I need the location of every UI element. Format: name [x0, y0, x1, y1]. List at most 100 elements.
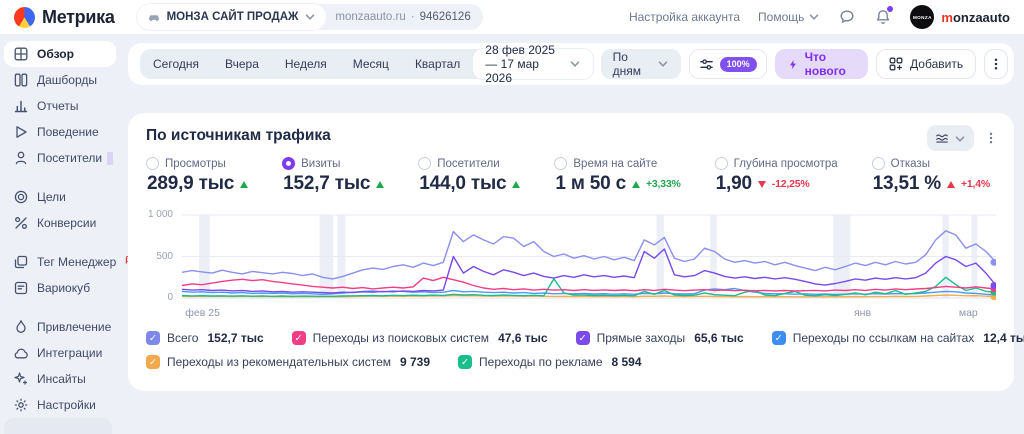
toolbar-right: Что нового Добавить	[775, 49, 1008, 79]
chart-plot[interactable]: фев 25янвмар	[182, 211, 996, 303]
sidebar-item-тег-менеджер[interactable]: Тег Менеджерβ	[4, 249, 116, 275]
insights-icon	[13, 371, 29, 387]
legend-item-всего[interactable]: ✓Всего152,7 тыс	[146, 331, 264, 345]
sidebar-item-настройки[interactable]: Настройки	[4, 392, 116, 418]
sidebar-item-обзор[interactable]: Обзор	[4, 41, 116, 67]
metric-label: Просмотры	[165, 158, 226, 170]
sidebar-item-label: Инсайты	[37, 372, 86, 386]
metric-radio[interactable]	[282, 157, 295, 170]
metric-просмотры[interactable]: Просмотры289,9 тыс	[146, 157, 248, 195]
sidebar-item-label: Конверсии	[37, 216, 96, 230]
legend-item-переходы-из-поисковых-систем[interactable]: ✓Переходы из поисковых систем47,6 тыс	[292, 331, 548, 345]
metric-radio[interactable]	[146, 157, 159, 170]
date-preset-сегодня[interactable]: Сегодня	[140, 49, 212, 79]
main-content: СегодняВчераНеделяМесяцКвартал 28 фев 20…	[120, 34, 1024, 426]
metric-radio[interactable]	[418, 157, 431, 170]
legend-checkbox[interactable]: ✓	[146, 355, 160, 369]
trend-down-icon	[758, 181, 766, 188]
avatar: MONZA	[910, 5, 934, 29]
chart-legend: ✓Всего152,7 тыс✓Переходы из поисковых си…	[146, 331, 996, 369]
legend-item-прямые-заходы[interactable]: ✓Прямые заходы65,6 тыс	[576, 331, 744, 345]
legend-label: Всего	[167, 331, 198, 345]
sidebar-item-дашборды[interactable]: Дашборды	[4, 67, 116, 93]
card-kebab-menu[interactable]	[984, 131, 998, 145]
user-menu[interactable]: MONZA monzaauto	[910, 5, 1010, 29]
chat-icon[interactable]	[838, 8, 856, 26]
line-chart-icon	[935, 131, 949, 145]
sidebar-item-конверсии[interactable]: Конверсии	[4, 210, 116, 236]
reports-icon	[13, 98, 29, 114]
chart-type-select[interactable]	[927, 125, 974, 151]
counter-selector[interactable]: МОНЗА САЙТ ПРОДАЖ	[137, 4, 327, 30]
legend-checkbox[interactable]: ✓	[576, 331, 590, 345]
legend-checkbox[interactable]: ✓	[458, 355, 472, 369]
legend-checkbox[interactable]: ✓	[146, 331, 160, 345]
date-range-picker[interactable]: 28 фев 2025 — 17 мар 2026	[473, 49, 592, 79]
metrika-logo[interactable]: Метрика	[14, 7, 115, 28]
counter-name: МОНЗА САЙТ ПРОДАЖ	[167, 11, 299, 23]
sidebar-item-label: Посетители	[37, 151, 102, 165]
sidebar-item-поведение[interactable]: Поведение	[4, 119, 116, 145]
metric-время-на-сайте[interactable]: Время на сайте1 м 50 с+3,33%	[554, 157, 680, 195]
x-tick-label: фев 25	[185, 307, 220, 319]
metric-value: 1 м 50 с+3,33%	[554, 173, 680, 195]
acquisition-icon	[13, 319, 29, 335]
sidebar-item-инсайты[interactable]: Инсайты	[4, 366, 116, 392]
sidebar-item-label: Вариокуб	[37, 281, 90, 295]
metric-отказы[interactable]: Отказы13,51 %+1,4%	[872, 157, 990, 195]
add-label: Добавить	[910, 57, 963, 71]
metric-radio[interactable]	[554, 157, 567, 170]
metric-label: Отказы	[891, 158, 930, 170]
legend-item-переходы-из-рекомендательных-систем[interactable]: ✓Переходы из рекомендательных систем9 73…	[146, 355, 430, 369]
trend-up-icon	[512, 181, 520, 188]
date-preset-вчера[interactable]: Вчера	[212, 49, 272, 79]
sidebar-item-label: Тег Менеджер	[37, 255, 116, 269]
legend-checkbox[interactable]: ✓	[772, 331, 786, 345]
sidebar-item-label: Дашборды	[37, 73, 97, 87]
overview-icon	[13, 46, 29, 62]
x-tick-label: мар	[959, 307, 978, 319]
metric-radio[interactable]	[872, 157, 885, 170]
sidebar-item-вариокуб[interactable]: Вариокуб	[4, 275, 116, 301]
traffic-sources-card: По источникам трафика Просмотры289,9 тыс…	[128, 113, 1014, 391]
sidebar-item-привлечение[interactable]: Привлечение	[4, 314, 116, 340]
granularity-select[interactable]: По дням	[601, 49, 681, 79]
metric-посетители[interactable]: Посетители144,0 тыс	[418, 157, 520, 195]
metric-switcher: Просмотры289,9 тыс Визиты152,7 тыс Посетит…	[146, 157, 996, 195]
sidebar-item-цели[interactable]: Цели	[4, 184, 116, 210]
metric-глубина-просмотра[interactable]: Глубина просмотра1,90-12,25%	[715, 157, 838, 195]
add-widget-button[interactable]: Добавить	[876, 49, 976, 79]
sidebar-group: Тег Менеджерβ Вариокуб	[4, 249, 116, 301]
legend-value: 12,4 тыс	[983, 331, 1024, 345]
sidebar-item-отчеты[interactable]: Отчеты	[4, 93, 116, 119]
metric-radio[interactable]	[715, 157, 728, 170]
legend-row: ✓Всего152,7 тыс✓Переходы из поисковых си…	[146, 331, 996, 345]
sidebar-item-интеграции[interactable]: Интеграции	[4, 340, 116, 366]
kebab-dots-icon	[989, 57, 1003, 71]
counter-domain: monzaauto.ru	[335, 11, 405, 23]
whats-new-button[interactable]: Что нового	[775, 49, 868, 79]
card-controls	[927, 125, 998, 151]
conversions-icon	[13, 215, 29, 231]
metric-визиты[interactable]: Визиты152,7 тыс	[282, 157, 384, 195]
sampling-control[interactable]: 100%	[689, 49, 767, 79]
visitors-icon	[13, 150, 29, 166]
date-preset-group: СегодняВчераНеделяМесяцКвартал 28 фев 20…	[140, 49, 593, 79]
legend-item-переходы-по-ссылкам-на-сайтах[interactable]: ✓Переходы по ссылкам на сайтах12,4 тыс	[772, 331, 1024, 345]
date-preset-квартал[interactable]: Квартал	[402, 49, 473, 79]
help-menu[interactable]: Помощь	[758, 10, 820, 24]
date-toolbar: СегодняВчераНеделяМесяцКвартал 28 фев 20…	[128, 43, 1014, 85]
date-preset-неделя[interactable]: Неделя	[272, 49, 340, 79]
legend-checkbox[interactable]: ✓	[292, 331, 306, 345]
account-settings-link[interactable]: Настройка аккаунта	[629, 10, 740, 24]
toolbar-kebab-menu[interactable]	[984, 49, 1008, 79]
sidebar-item-посетители[interactable]: Посетители	[4, 145, 116, 171]
notifications-bell-icon[interactable]	[874, 8, 892, 26]
sidebar-item-label: Интеграции	[37, 346, 102, 360]
date-preset-месяц[interactable]: Месяц	[340, 49, 402, 79]
settings-icon	[13, 397, 29, 413]
chevron-down-icon	[808, 11, 820, 23]
counter-id: 94626126	[420, 11, 471, 23]
behavior-icon	[13, 124, 29, 140]
legend-item-переходы-по-рекламе[interactable]: ✓Переходы по рекламе8 594	[458, 355, 642, 369]
